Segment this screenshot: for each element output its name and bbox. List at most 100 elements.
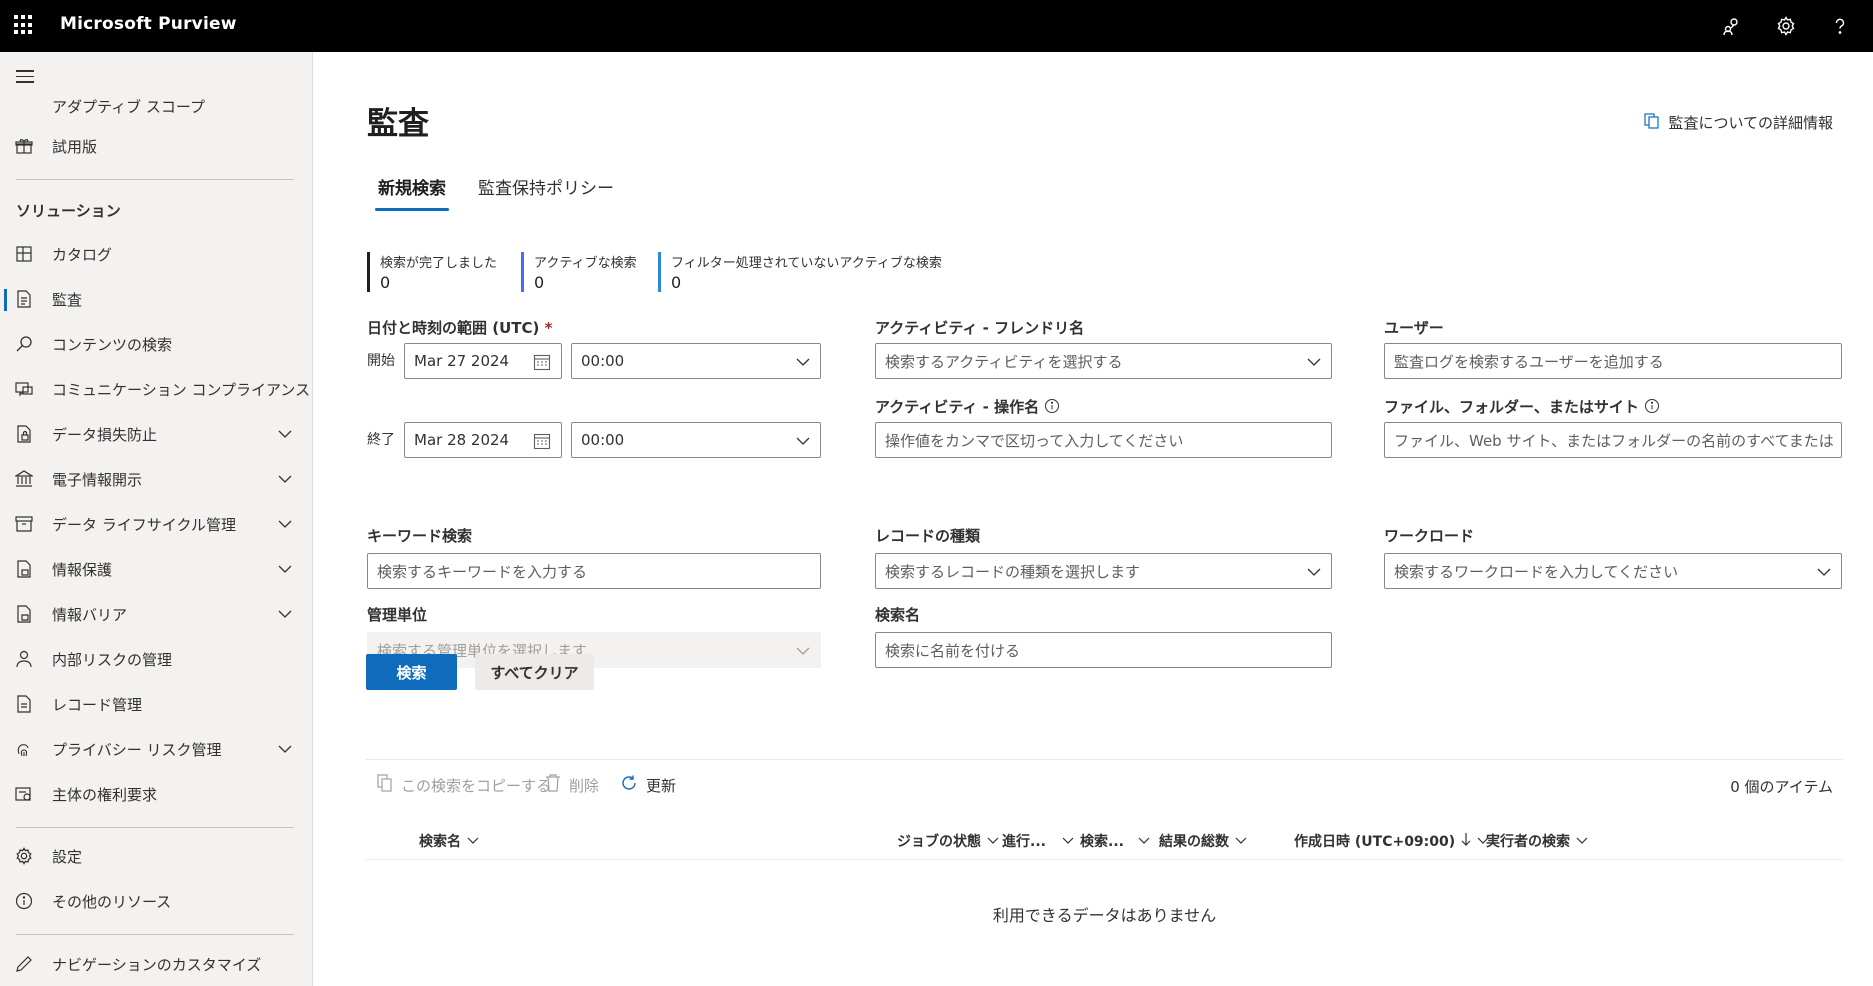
document-copy-icon [1644,112,1660,133]
date-range-label: 日付と時刻の範囲 (UTC) * [367,317,552,338]
chevron-down-icon [1307,563,1321,581]
sidebar-item-more-resources[interactable]: その他のリソース [0,881,313,921]
tab-retention-policies[interactable]: 監査保持ポリシー [478,174,614,211]
sidebar-item-label: ナビゲーションのカスタマイズ [52,955,262,974]
pencil-icon [14,954,34,974]
sidebar-item-label: 電子情報開示 [52,470,143,489]
sidebar-item-ediscovery[interactable]: 電子情報開示 [0,459,313,499]
stat-active: アクティブな検索 0 [521,252,637,292]
search-button[interactable]: 検索 [366,654,457,690]
chevron-down-icon [1062,833,1074,849]
column-header-progress[interactable]: 進行... [1002,831,1074,851]
stat-completed: 検索が完了しました 0 [367,252,497,292]
sidebar-item-adaptive-scope[interactable]: アダプティブ スコープ [0,86,313,126]
trash-icon [545,774,561,796]
settings-gear-icon[interactable] [1759,0,1813,52]
chevron-down-icon[interactable] [278,515,292,533]
delete-button[interactable]: 削除 [545,774,599,796]
sidebar-item-label: 情報バリア [52,605,128,624]
column-header-total-results[interactable]: 結果の総数 [1159,831,1247,851]
sidebar-item-information-barriers[interactable]: 情報バリア [0,594,313,634]
item-count: 0 個のアイテム [1730,778,1833,796]
files-input[interactable]: ファイル、Web サイト、またはフォルダーの名前のすべてまたは一部を入... [1384,422,1842,458]
sidebar-item-catalog[interactable]: カタログ [0,234,313,274]
sidebar-item-records-management[interactable]: レコード管理 [0,684,313,724]
sidebar-item-label: レコード管理 [52,695,143,714]
app-title[interactable]: Microsoft Purview [60,14,237,34]
info-icon[interactable] [1044,398,1060,418]
start-time-dropdown[interactable]: 00:00 [571,343,821,379]
chevron-down-icon[interactable] [278,470,292,488]
refresh-button[interactable]: 更新 [620,774,676,796]
sidebar-item-audit[interactable]: 監査 [0,279,313,319]
column-header-job-status[interactable]: ジョブの状態 [897,831,999,851]
app-launcher-icon[interactable] [14,15,34,35]
sidebar-section-title: ソリューション [16,202,121,220]
sidebar-item-data-lifecycle[interactable]: データ ライフサイクル管理 [0,504,313,544]
chevron-down-icon[interactable] [278,605,292,623]
sidebar-item-subject-rights[interactable]: 主体の権利要求 [0,774,313,814]
tab-new-search[interactable]: 新規検索 [375,174,449,211]
keyword-input[interactable]: 検索するキーワードを入力する [367,553,821,589]
clear-all-button[interactable]: すべてクリア [475,654,594,690]
copy-search-label: この検索をコピーする [401,776,552,795]
sidebar-item-information-protection[interactable]: 情報保護 [0,549,313,589]
search-name-input[interactable]: 検索に名前を付ける [875,632,1332,668]
column-header-created[interactable]: 作成日時 (UTC+09:00) [1294,831,1489,851]
sidebar-item-settings[interactable]: 設定 [0,836,313,876]
copy-search-button[interactable]: この検索をコピーする [377,774,551,796]
sidebar-item-label: カタログ [52,245,113,264]
sidebar-item-label: プライバシー リスク管理 [52,740,222,759]
column-header-search-type[interactable]: 検索... [1080,831,1150,851]
chevron-down-icon[interactable] [278,560,292,578]
end-time-value: 00:00 [581,431,625,449]
sidebar-item-insider-risk[interactable]: 内部リスクの管理 [0,639,313,679]
activity-friendly-dropdown-box[interactable]: 検索するアクティビティを選択する [875,343,1332,379]
chevron-down-icon[interactable] [278,425,292,443]
divider [16,827,294,828]
calendar-icon[interactable] [533,353,551,375]
search-name-placeholder: 検索に名前を付ける [885,641,1021,660]
start-time-value: 00:00 [581,352,625,370]
column-header-run-by[interactable]: 実行者の検索 [1486,831,1588,851]
collapse-nav-icon[interactable] [16,70,34,87]
stat-label: 検索が完了しました [380,256,498,271]
stat-value: 0 [671,273,682,292]
sidebar-item-customize-navigation[interactable]: ナビゲーションのカスタマイズ [0,944,313,984]
tab-list: 新規検索 監査保持ポリシー [375,174,614,211]
chat-icon [14,379,34,399]
info-icon[interactable] [1644,398,1660,418]
sidebar-item-label: アダプティブ スコープ [52,97,205,116]
record-type-dropdown[interactable]: 検索するレコードの種類を選択します [875,553,1332,589]
chevron-down-icon[interactable] [278,740,292,758]
sidebar-item-content-search[interactable]: コンテンツの検索 [0,324,313,364]
stat-value: 0 [380,273,391,292]
chevron-down-icon [796,432,810,450]
workload-dropdown[interactable]: 検索するワークロードを入力してください [1384,553,1842,589]
catalog-icon [14,244,34,264]
users-input[interactable]: 監査ログを検索するユーザーを追加する [1384,343,1842,379]
sidebar-item-label: データ損失防止 [52,425,158,444]
community-icon[interactable] [1705,0,1759,52]
end-date-picker[interactable]: Mar 28 2024 [404,422,562,458]
record-type-placeholder: 検索するレコードの種類を選択します [885,562,1141,581]
column-header-search-name[interactable]: 検索名 [419,831,479,851]
learn-more-link[interactable]: 監査についての詳細情報 [1644,112,1833,133]
sidebar-item-communication-compliance[interactable]: コミュニケーション コンプライアンス [0,369,313,409]
calendar-icon[interactable] [533,432,551,454]
end-time-dropdown[interactable]: 00:00 [571,422,821,458]
start-date-picker[interactable]: Mar 27 2024 [404,343,562,379]
sidebar-item-label: 設定 [52,847,83,866]
sidebar-item-privacy-risk[interactable]: プライバシー リスク管理 [0,729,313,769]
divider [366,759,1843,760]
divider [16,934,294,935]
column-label: 検索名 [419,834,461,850]
record-type-label: レコードの種類 [875,527,981,545]
sidebar-item-dlp[interactable]: データ損失防止 [0,414,313,454]
activity-op-label-text: アクティビティ - 操作名 [875,398,1040,416]
sidebar-item-label: 試用版 [52,137,98,156]
activity-op-input[interactable]: 操作値をカンマで区切って入力してください [875,422,1332,458]
gear-icon [14,846,34,866]
help-icon[interactable] [1813,0,1867,52]
sidebar-item-trial[interactable]: 試用版 [0,126,313,166]
